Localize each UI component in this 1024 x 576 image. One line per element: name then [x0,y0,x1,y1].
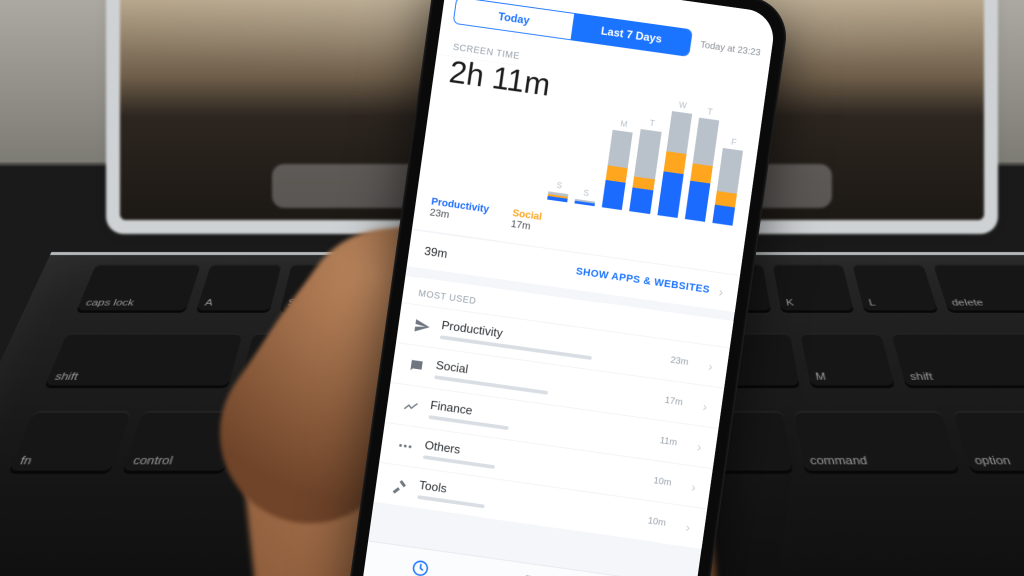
key: fn [8,411,132,474]
clock-icon [410,557,431,576]
key: delete [933,264,1024,313]
key: L [853,264,939,313]
hammer-icon [390,476,409,495]
app-tab-bar: Screen Time Limit Settings [362,541,697,576]
last-updated-label: Today at 23:23 [700,40,762,58]
show-apps-button[interactable]: SHOW APPS & WEBSITES [575,266,710,296]
paper-plane-icon [413,316,432,335]
reading-value: 39m [424,243,449,260]
chevron-right-icon: › [696,439,702,454]
chart-day-label: T [649,118,655,128]
most-used-value: 10m [653,476,672,489]
key: K [773,264,855,313]
chevron-right-icon: › [718,284,724,299]
most-used-value: 17m [664,395,683,408]
chart-bar [602,130,633,210]
tab-screen-time[interactable]: Screen Time [362,542,478,576]
most-used-value: 11m [659,436,678,448]
most-used-value: 10m [647,516,666,529]
most-used-value: 23m [670,355,689,368]
chat-icon [407,356,426,375]
phone-screen: Today Last 7 Days Today at 23:23 SCREEN … [355,0,776,576]
chart-bar [629,129,661,214]
key: A [196,264,282,313]
chart-bar [547,192,568,203]
chevron-right-icon: › [685,519,691,534]
chart-bar [574,199,595,207]
tab-settings[interactable]: Settings [580,572,697,576]
most-used-section: MOST USED Productivity23m›Social17m›Fina… [374,276,734,549]
trend-icon [402,396,421,415]
legend-social: Social 17m [510,208,542,234]
key: shift [44,333,242,388]
chart-day-label: S [583,188,590,198]
legend-productivity: Productivity 23m [429,196,490,226]
key: shift [892,333,1024,388]
key: M [800,333,895,388]
chart-day-label: W [678,100,687,110]
chart-day-label: M [620,119,628,129]
chevron-right-icon: › [707,358,713,373]
dots-icon [396,436,415,455]
screen-time-bar-chart: S S M T W T F [547,72,751,229]
chart-day-label: F [731,137,737,147]
tab-limit[interactable]: Limit [471,557,587,576]
key: option [952,411,1024,474]
chart-day-label: T [707,107,713,117]
key: caps lock [76,264,201,313]
key: command [794,411,960,474]
chevron-right-icon: › [702,398,708,413]
chevron-right-icon: › [690,479,696,494]
chart-bar [712,148,743,226]
chart-day-label: S [556,181,563,191]
